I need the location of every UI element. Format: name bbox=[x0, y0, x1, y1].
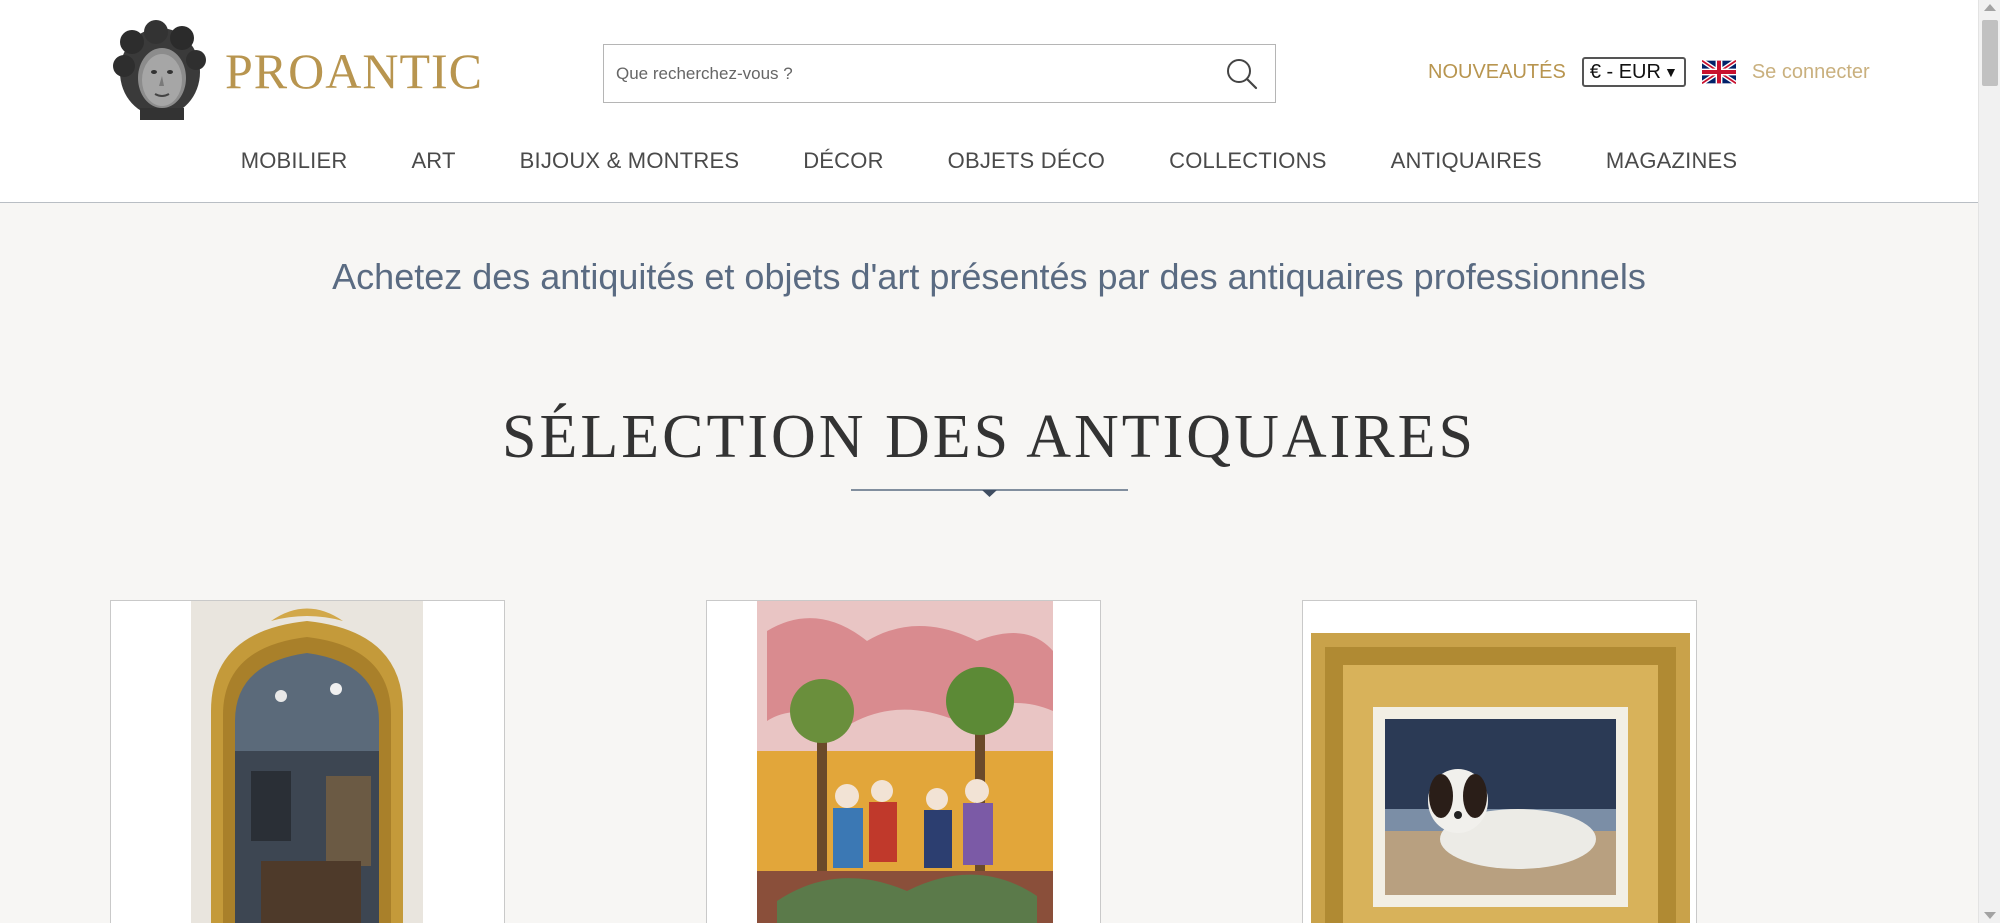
main-nav: MOBILIER ART BIJOUX & MONTRES DÉCOR OBJE… bbox=[0, 148, 1978, 178]
product-card-porcelain-group[interactable] bbox=[706, 600, 1101, 923]
product-image-gilded-mirror bbox=[111, 601, 504, 923]
logo-text: PROANTIC bbox=[225, 43, 484, 99]
nav-item-decor[interactable]: DÉCOR bbox=[803, 148, 883, 178]
page-tagline: Achetez des antiquités et objets d'art p… bbox=[332, 256, 1646, 297]
nav-item-objets-deco[interactable]: OBJETS DÉCO bbox=[948, 148, 1105, 178]
scroll-down-arrow-icon[interactable] bbox=[1984, 912, 1996, 919]
search-input[interactable] bbox=[616, 45, 1196, 102]
header-actions: NOUVEAUTÉS € - EUR ▼ Se connecter bbox=[1428, 57, 1870, 87]
section-title: SÉLECTION DES ANTIQUAIRES bbox=[502, 403, 1476, 471]
uk-flag-icon[interactable] bbox=[1701, 60, 1736, 84]
site-header: PROANTIC NOUVEAUTÉS € - EUR ▼ Se connect… bbox=[0, 0, 1978, 203]
nav-item-bijoux-montres[interactable]: BIJOUX & MONTRES bbox=[520, 148, 740, 178]
product-card-dog-painting[interactable] bbox=[1302, 600, 1697, 923]
nav-item-antiquaires[interactable]: ANTIQUAIRES bbox=[1391, 148, 1542, 178]
search-box bbox=[603, 44, 1276, 103]
chevron-down-icon: ▼ bbox=[1663, 64, 1678, 80]
nav-item-art[interactable]: ART bbox=[411, 148, 455, 178]
nav-item-mobilier[interactable]: MOBILIER bbox=[241, 148, 348, 178]
logo-head-icon bbox=[113, 20, 206, 120]
title-divider bbox=[851, 489, 1128, 497]
product-image-dog-painting bbox=[1303, 601, 1696, 923]
search-icon[interactable] bbox=[1225, 57, 1259, 91]
currency-select[interactable]: € - EUR ▼ bbox=[1581, 57, 1686, 87]
login-link[interactable]: Se connecter bbox=[1752, 61, 1870, 84]
currency-value: € - EUR bbox=[1589, 60, 1661, 83]
scroll-thumb[interactable] bbox=[1982, 20, 1998, 86]
nav-item-magazines[interactable]: MAGAZINES bbox=[1606, 148, 1737, 178]
nouveautes-link[interactable]: NOUVEAUTÉS bbox=[1428, 61, 1566, 84]
scroll-up-arrow-icon[interactable] bbox=[1984, 4, 1996, 11]
nav-item-collections[interactable]: COLLECTIONS bbox=[1169, 148, 1326, 178]
logo[interactable]: PROANTIC bbox=[110, 20, 483, 122]
product-image-porcelain-group bbox=[707, 601, 1100, 923]
product-card-gilded-mirror[interactable] bbox=[110, 600, 505, 923]
page-scrollbar[interactable] bbox=[1978, 0, 2000, 923]
